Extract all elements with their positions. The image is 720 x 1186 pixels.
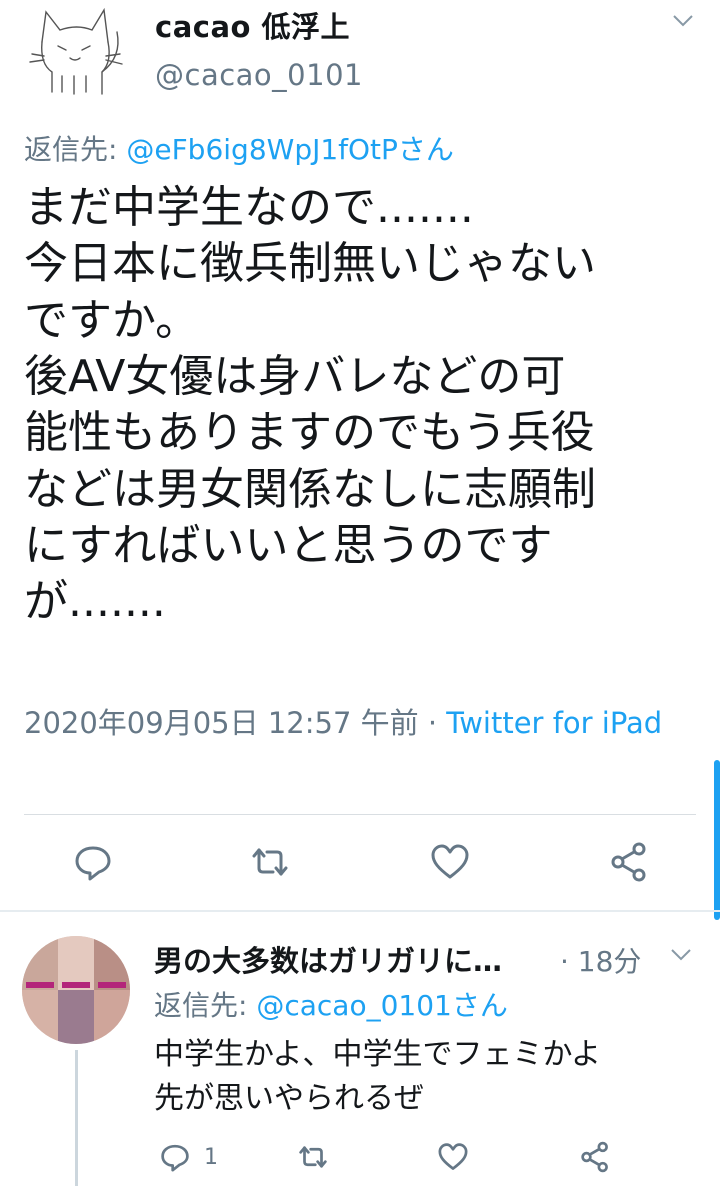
reply-to-label: 返信先:	[24, 133, 127, 166]
avatar[interactable]	[22, 2, 132, 102]
user-handle[interactable]: @cacao_0101	[155, 58, 363, 92]
source-link[interactable]: Twitter for iPad	[446, 706, 662, 740]
reply-icon[interactable]	[71, 840, 115, 884]
avatar-image	[22, 936, 130, 1044]
scrollbar[interactable]	[714, 760, 720, 920]
heart-icon[interactable]	[428, 840, 472, 884]
reply-icon[interactable]	[158, 1140, 192, 1174]
timestamp[interactable]: 2020年09月05日 12:57 午前 ·	[24, 706, 446, 740]
tweet-actions	[0, 840, 720, 890]
reply-actions: 1	[0, 1140, 720, 1180]
reply-to-line: 返信先: @cacao_0101さん	[154, 984, 508, 1024]
display-name[interactable]: cacao 低浮上	[155, 4, 350, 46]
reply-display-name[interactable]: 男の大多数はガリガリに…	[154, 938, 502, 980]
reply-to-label: 返信先:	[154, 989, 257, 1022]
section-divider	[0, 910, 720, 912]
retweet-icon[interactable]	[296, 1140, 330, 1174]
chevron-down-icon[interactable]	[672, 14, 694, 28]
reply-avatar[interactable]	[22, 936, 130, 1044]
reply-count: 1	[204, 1145, 218, 1170]
share-icon[interactable]	[607, 840, 651, 884]
divider	[24, 814, 696, 815]
reply-to-link[interactable]: @cacao_0101さん	[256, 989, 508, 1022]
tweet-meta: 2020年09月05日 12:57 午前 · Twitter for iPad	[24, 701, 694, 746]
reply-to-link[interactable]: @eFb6ig8WpJ1fOtPさん	[126, 133, 454, 166]
chevron-down-icon[interactable]	[670, 948, 692, 962]
reply-text: 中学生かよ、中学生でフェミかよ 先が思いやられるぜ	[154, 1037, 601, 1116]
heart-icon[interactable]	[436, 1140, 470, 1174]
reply-time: · 18分	[560, 945, 642, 978]
retweet-icon[interactable]	[248, 840, 292, 884]
reply-to-line: 返信先: @eFb6ig8WpJ1fOtPさん	[24, 128, 454, 168]
tweet-text: まだ中学生なので....... 今日本に徴兵制無いじゃない ですか。 後AV女優…	[24, 182, 596, 628]
share-icon[interactable]	[578, 1140, 612, 1174]
